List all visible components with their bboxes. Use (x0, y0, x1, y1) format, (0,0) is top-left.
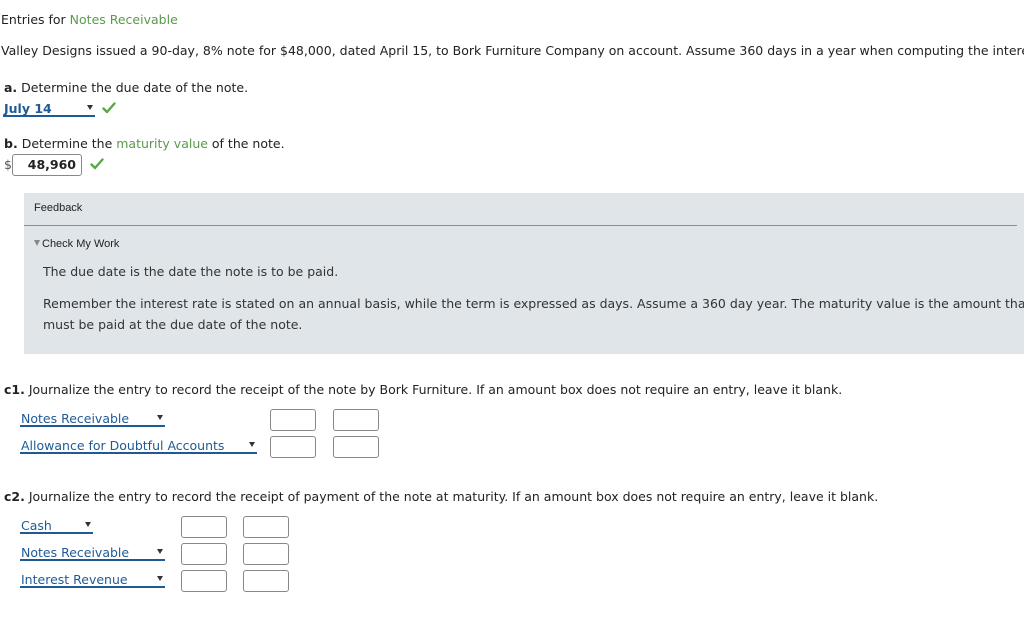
part-c1-question: c1. Journalize the entry to record the r… (4, 382, 842, 397)
part-c2-question: c2. Journalize the entry to record the r… (4, 489, 878, 504)
feedback-panel: Feedback Check My Work The due date is t… (24, 193, 1024, 354)
part-c2-text: Journalize the entry to record the recei… (28, 489, 879, 504)
chevron-down-icon (157, 549, 163, 554)
currency-symbol: $ (4, 157, 12, 172)
c2-credit-input[interactable] (243, 570, 289, 592)
c1-account-dropdown[interactable]: Notes Receivable (20, 411, 165, 427)
feedback-divider (24, 225, 1017, 226)
topic-link[interactable]: Notes Receivable (70, 12, 178, 27)
part-b-question: b. Determine the maturity value of the n… (4, 136, 285, 151)
c1-account-dropdown[interactable]: Allowance for Doubtful Accounts (20, 438, 257, 454)
feedback-paragraph-2-line-2: must be paid at the due date of the note… (43, 317, 303, 332)
part-a-text: Determine the due date of the note. (21, 80, 249, 95)
c2-credit-input[interactable] (243, 516, 289, 538)
c1-debit-input[interactable] (270, 409, 316, 431)
check-icon (90, 158, 104, 170)
check-my-work-toggle[interactable]: Check My Work (34, 238, 119, 250)
c1-debit-input[interactable] (270, 436, 316, 458)
c1-credit-input[interactable] (333, 409, 379, 431)
account-value: Notes Receivable (21, 411, 130, 426)
page-heading: Entries for Notes Receivable (1, 12, 178, 27)
heading-prefix: Entries for (1, 12, 70, 27)
feedback-paragraph-2-line-1: Remember the interest rate is stated on … (43, 296, 1024, 311)
due-date-value: July 14 (4, 101, 52, 116)
part-c1-label: c1. (4, 382, 25, 397)
check-icon (102, 102, 116, 114)
part-b-text-pre: Determine the (21, 136, 117, 151)
due-date-dropdown[interactable]: July 14 (3, 101, 95, 117)
part-c1-text: Journalize the entry to record the recei… (28, 382, 843, 397)
feedback-title: Feedback (34, 202, 83, 214)
account-value: Interest Revenue (21, 572, 128, 587)
chevron-down-icon (157, 415, 163, 420)
chevron-down-icon (249, 442, 255, 447)
c2-debit-input[interactable] (181, 543, 227, 565)
problem-statement: Valley Designs issued a 90-day, 8% note … (1, 43, 1024, 58)
c2-account-dropdown[interactable]: Interest Revenue (20, 572, 165, 588)
c2-account-dropdown[interactable]: Notes Receivable (20, 545, 165, 561)
check-my-work-label: Check My Work (42, 238, 120, 250)
part-b-text-post: of the note. (207, 136, 285, 151)
c2-credit-input[interactable] (243, 543, 289, 565)
c2-debit-input[interactable] (181, 516, 227, 538)
chevron-down-icon (87, 105, 93, 110)
part-a-question: a. Determine the due date of the note. (4, 80, 248, 95)
part-b-label: b. (4, 136, 18, 151)
triangle-down-icon (34, 240, 40, 246)
maturity-value-input[interactable]: 48,960 (12, 154, 82, 176)
maturity-value-link[interactable]: maturity value (116, 136, 208, 151)
account-value: Cash (21, 518, 52, 533)
account-value: Notes Receivable (21, 545, 130, 560)
chevron-down-icon (157, 576, 163, 581)
feedback-paragraph-1: The due date is the date the note is to … (43, 264, 339, 279)
c2-account-dropdown[interactable]: Cash (20, 518, 93, 534)
c1-credit-input[interactable] (333, 436, 379, 458)
account-value: Allowance for Doubtful Accounts (21, 438, 225, 453)
c2-debit-input[interactable] (181, 570, 227, 592)
part-c2-label: c2. (4, 489, 25, 504)
chevron-down-icon (85, 522, 91, 527)
part-a-label: a. (4, 80, 18, 95)
